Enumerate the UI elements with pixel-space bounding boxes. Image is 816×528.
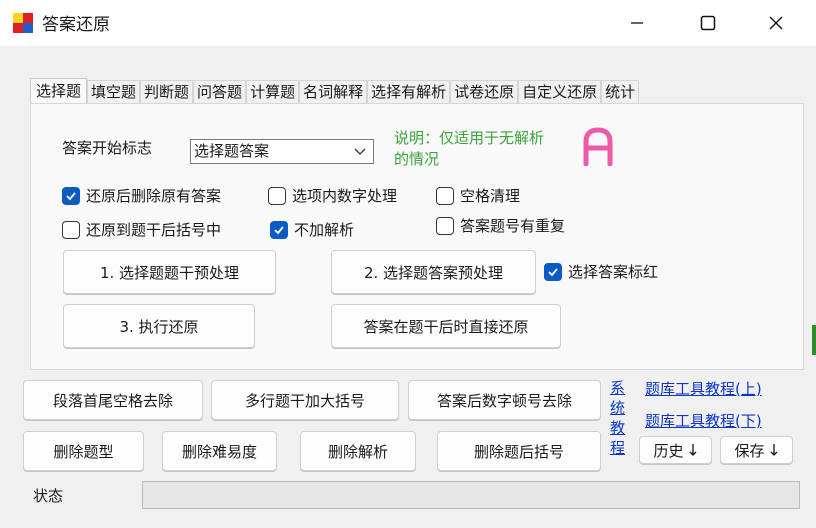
checkbox-space-clean[interactable]: 空格清理 [436,185,520,206]
checkbox-box [436,186,454,205]
tab-custom-restore[interactable]: 自定义还原 [518,80,602,104]
delete-difficulty-button[interactable]: 删除难易度 [162,431,277,471]
checkbox-label: 还原后删除原有答案 [86,187,222,205]
app-icon [13,13,33,33]
maximize-button[interactable] [684,0,732,46]
close-icon [769,16,783,30]
save-label: 保存 [734,441,765,460]
checkbox-mark-red[interactable]: 选择答案标红 [544,261,658,282]
checkbox-label: 不加解析 [294,221,355,239]
checkbox-label: 选项内数字处理 [292,187,398,205]
checkbox-no-analysis[interactable]: 不加解析 [270,219,354,240]
minimize-button[interactable] [613,0,661,46]
tab-fill-blank[interactable]: 填空题 [87,80,141,104]
tab-strip: 选择题 填空题 判断题 问答题 计算题 名词解释 选择有解析 试卷还原 自定义还… [30,78,640,104]
tab-qa[interactable]: 问答题 [193,80,247,104]
checkbox-box [268,186,286,205]
start-marker-select[interactable]: 选择题答案 [190,139,374,164]
tab-choice-with-analysis[interactable]: 选择有解析 [367,80,451,104]
tab-statistics[interactable]: 统计 [601,80,640,104]
window-title: 答案还原 [42,15,110,35]
close-button[interactable] [752,0,800,46]
status-label: 状态 [33,487,64,505]
history-button[interactable]: 历史 [639,436,712,464]
system-tutorial-link[interactable]: 系统教程 [610,378,630,458]
big-letter-a [583,127,613,166]
checkbox-label: 选择答案标红 [568,263,659,281]
arrow-down-icon [770,444,777,456]
multi-line-brackets-button[interactable]: 多行题干加大括号 [211,380,399,420]
checkbox-label: 还原到题干后括号中 [86,221,222,239]
maximize-icon [700,15,716,31]
tab-true-false[interactable]: 判断题 [140,80,194,104]
preprocess-stem-button[interactable]: 1. 选择题题干预处理 [63,250,276,294]
checkbox-label: 空格清理 [460,187,521,205]
check-icon [548,267,558,276]
check-icon [274,225,284,234]
tutorial-down-link[interactable]: 题库工具教程(下) [645,410,762,431]
checkbox-restore-to-bracket[interactable]: 还原到题干后括号中 [62,219,221,240]
chevron-down-icon [354,148,366,155]
checkbox-box [544,262,562,281]
note-text: 说明：仅适用于无解析的情况 [394,129,545,168]
checkbox-duplicate-numbers[interactable]: 答案题号有重复 [436,215,565,236]
checkbox-remove-existing[interactable]: 还原后删除原有答案 [62,185,221,206]
preprocess-answer-button[interactable]: 2. 选择题答案预处理 [331,250,536,294]
tab-choice[interactable]: 选择题 [30,78,88,104]
delete-analysis-button[interactable]: 删除解析 [300,431,416,471]
delete-type-button[interactable]: 删除题型 [23,431,144,471]
arrow-down-icon [689,444,696,456]
tab-paper-restore[interactable]: 试卷还原 [450,80,519,104]
history-label: 历史 [653,441,684,460]
save-button[interactable]: 保存 [720,436,793,464]
execute-restore-button[interactable]: 3. 执行还原 [63,304,255,348]
delete-bracket-button[interactable]: 删除题后括号 [437,431,601,471]
tab-term-explain[interactable]: 名词解释 [299,80,368,104]
checkbox-box [270,220,288,239]
check-icon [66,191,76,200]
checkbox-box [62,186,80,205]
window-edge-accent [812,325,816,355]
checkbox-box [436,216,454,235]
minimize-icon [631,22,643,24]
trim-spaces-button[interactable]: 段落首尾空格去除 [23,380,203,420]
start-marker-label: 答案开始标志 [62,139,153,157]
direct-restore-button[interactable]: 答案在题干后时直接还原 [331,304,561,348]
checkbox-box [62,220,80,239]
remove-digit-comma-button[interactable]: 答案后数字顿号去除 [408,380,601,420]
checkbox-label: 答案题号有重复 [460,217,566,235]
status-progress-bar [142,481,800,509]
tab-calculation[interactable]: 计算题 [246,80,300,104]
checkbox-digit-in-options[interactable]: 选项内数字处理 [268,185,397,206]
tutorial-up-link[interactable]: 题库工具教程(上) [645,378,762,399]
start-marker-value: 选择题答案 [194,142,270,160]
